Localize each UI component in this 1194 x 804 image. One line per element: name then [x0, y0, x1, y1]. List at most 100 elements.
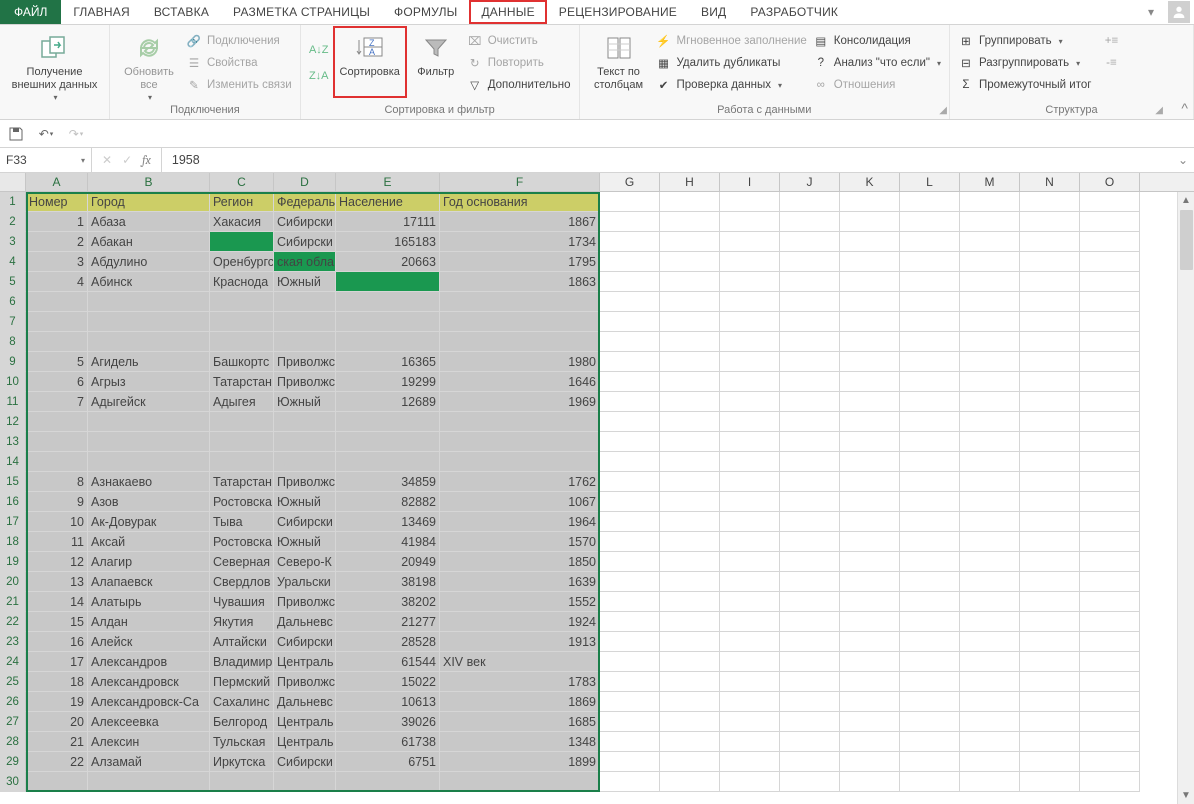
cell[interactable]: Адыгея [210, 392, 274, 412]
col-header[interactable]: H [660, 173, 720, 191]
cell[interactable] [780, 312, 840, 332]
cell[interactable] [900, 672, 960, 692]
cell[interactable] [660, 232, 720, 252]
cell[interactable] [440, 452, 600, 472]
cell[interactable] [1020, 432, 1080, 452]
cell[interactable] [1020, 412, 1080, 432]
cell[interactable]: 165183 [336, 232, 440, 252]
row-header[interactable]: 28 [0, 732, 26, 752]
cell[interactable] [900, 472, 960, 492]
cell[interactable] [1080, 472, 1140, 492]
cell[interactable]: Уральски [274, 572, 336, 592]
cell[interactable] [600, 652, 660, 672]
cell[interactable]: Якутия [210, 612, 274, 632]
cell[interactable]: 1762 [440, 472, 600, 492]
cell[interactable]: Северная [210, 552, 274, 572]
cell[interactable] [900, 232, 960, 252]
cell[interactable] [960, 252, 1020, 272]
cell[interactable] [720, 732, 780, 752]
cell[interactable]: Алексин [88, 732, 210, 752]
cell[interactable] [720, 552, 780, 572]
cell[interactable]: 38202 [336, 592, 440, 612]
cell[interactable] [600, 232, 660, 252]
scroll-thumb[interactable] [1180, 210, 1193, 270]
cell[interactable] [26, 432, 88, 452]
cell[interactable] [720, 692, 780, 712]
cell[interactable] [900, 512, 960, 532]
sort-button[interactable]: ZA Сортировка [335, 28, 405, 96]
cell[interactable] [780, 292, 840, 312]
cell[interactable]: Приволжс [274, 472, 336, 492]
cell[interactable] [440, 312, 600, 332]
cell[interactable]: 18 [26, 672, 88, 692]
cell[interactable] [780, 372, 840, 392]
cell[interactable] [600, 352, 660, 372]
cell[interactable] [210, 312, 274, 332]
cell[interactable]: Дальневс [274, 612, 336, 632]
row-header[interactable]: 15 [0, 472, 26, 492]
cell[interactable] [1080, 552, 1140, 572]
cell[interactable] [660, 332, 720, 352]
edit-links-button[interactable]: ✎Изменить связи [186, 74, 292, 96]
cell[interactable] [780, 332, 840, 352]
cell[interactable] [1020, 752, 1080, 772]
cell[interactable] [780, 192, 840, 212]
cell[interactable]: Александровск [88, 672, 210, 692]
cell[interactable]: Хакасия [210, 212, 274, 232]
cell[interactable]: Централь [274, 712, 336, 732]
cell[interactable] [720, 712, 780, 732]
cell[interactable] [840, 412, 900, 432]
cell[interactable] [660, 432, 720, 452]
cell[interactable] [210, 332, 274, 352]
cell[interactable]: 13 [26, 572, 88, 592]
cell[interactable] [900, 352, 960, 372]
show-detail-icon[interactable]: +≡ [1103, 30, 1119, 52]
cell[interactable] [840, 672, 900, 692]
cell[interactable] [720, 672, 780, 692]
cell[interactable] [1020, 252, 1080, 272]
cell[interactable] [1080, 632, 1140, 652]
cell[interactable] [840, 772, 900, 792]
col-header[interactable]: J [780, 173, 840, 191]
cell[interactable] [660, 672, 720, 692]
tab-formulas[interactable]: ФОРМУЛЫ [382, 0, 469, 24]
row-header[interactable]: 1 [0, 192, 26, 212]
cell[interactable] [88, 332, 210, 352]
cell[interactable] [660, 272, 720, 292]
cell[interactable] [600, 332, 660, 352]
cell[interactable] [960, 212, 1020, 232]
hide-detail-icon[interactable]: -≡ [1103, 52, 1119, 74]
cell[interactable] [1080, 292, 1140, 312]
ribbon-display-options[interactable]: ▾ [1138, 0, 1164, 24]
cell[interactable] [600, 492, 660, 512]
cell[interactable] [720, 272, 780, 292]
cell[interactable] [900, 412, 960, 432]
tab-page-layout[interactable]: РАЗМЕТКА СТРАНИЦЫ [221, 0, 382, 24]
cell[interactable]: Алейск [88, 632, 210, 652]
cell[interactable] [600, 292, 660, 312]
col-header[interactable]: O [1080, 173, 1140, 191]
cell[interactable]: 6751 [336, 752, 440, 772]
cell[interactable]: 8 [26, 472, 88, 492]
cell[interactable]: 9 [26, 492, 88, 512]
cell[interactable] [900, 732, 960, 752]
cell[interactable] [1080, 392, 1140, 412]
cell[interactable] [900, 652, 960, 672]
cell[interactable]: 7 [26, 392, 88, 412]
cell[interactable]: 3 [26, 252, 88, 272]
cell[interactable] [900, 252, 960, 272]
cell[interactable]: Централь [274, 732, 336, 752]
cell[interactable] [1080, 532, 1140, 552]
cell[interactable] [720, 652, 780, 672]
cell[interactable] [660, 752, 720, 772]
cell[interactable]: Алзамай [88, 752, 210, 772]
cell[interactable] [780, 532, 840, 552]
cell[interactable] [840, 692, 900, 712]
row-header[interactable]: 17 [0, 512, 26, 532]
cell[interactable] [720, 492, 780, 512]
cell[interactable]: 20 [26, 712, 88, 732]
cell[interactable]: Ростовска [210, 532, 274, 552]
cell[interactable] [600, 432, 660, 452]
cell[interactable] [780, 212, 840, 232]
cell[interactable]: 20663 [336, 252, 440, 272]
